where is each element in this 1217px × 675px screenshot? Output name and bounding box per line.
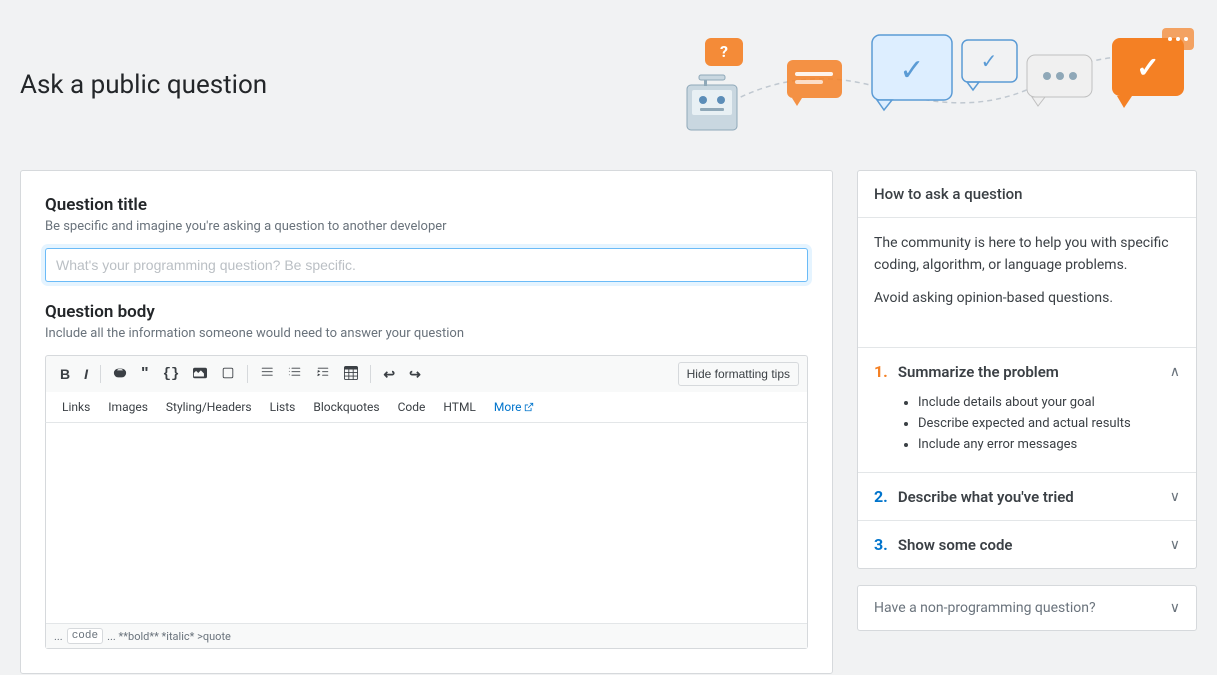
step-2-header[interactable]: 2. Describe what you've tried ∨ <box>858 473 1196 520</box>
editor-footer: ... code ... **bold** *italic* >quote <box>46 623 807 648</box>
question-body-subtitle: Include all the information someone woul… <box>45 326 808 341</box>
code-button[interactable]: {} <box>157 363 186 385</box>
editor-body[interactable]: ... code ... **bold** *italic* >quote <box>45 423 808 649</box>
step-3-chevron: ∨ <box>1170 537 1180 553</box>
how-to-box: How to ask a question The community is h… <box>857 170 1197 569</box>
non-programming-header[interactable]: Have a non-programming question? ∨ <box>858 586 1196 630</box>
left-panel: Question title Be specific and imagine y… <box>20 170 833 674</box>
tab-code[interactable]: Code <box>390 396 434 418</box>
editor-content[interactable] <box>46 423 807 623</box>
question-title-label: Question title <box>45 195 808 215</box>
main-content: Question title Be specific and imagine y… <box>20 170 1197 674</box>
tab-images[interactable]: Images <box>100 396 156 418</box>
step-1-bullet-1: Include details about your goal <box>918 395 1180 410</box>
tab-html[interactable]: HTML <box>435 396 484 418</box>
step-2-label: Describe what you've tried <box>898 488 1074 506</box>
tab-lists[interactable]: Lists <box>262 396 304 418</box>
editor-tabs: Links Images Styling/Headers Lists Block… <box>45 392 808 423</box>
footer-text: ... **bold** *italic* >quote <box>107 630 231 643</box>
external-link-icon <box>524 402 534 412</box>
unordered-list-button[interactable] <box>282 362 308 386</box>
step-3-label: Show some code <box>898 536 1013 554</box>
step-3-header[interactable]: 3. Show some code ∨ <box>858 521 1196 568</box>
step-1-chevron: ∧ <box>1170 364 1180 380</box>
table-button[interactable] <box>338 362 364 386</box>
toolbar-icons: B I " {} <box>54 362 427 386</box>
more-link[interactable]: More <box>486 396 542 418</box>
how-to-header: How to ask a question <box>858 171 1196 218</box>
step-3: 3. Show some code ∨ <box>858 520 1196 568</box>
non-programming-title: Have a non-programming question? <box>874 600 1096 616</box>
question-title-input[interactable] <box>45 248 808 282</box>
page-title: Ask a public question <box>20 70 267 100</box>
footer-code: code <box>67 628 103 644</box>
right-panel: How to ask a question The community is h… <box>857 170 1197 631</box>
non-programming-box: Have a non-programming question? ∨ <box>857 585 1197 631</box>
more-label: More <box>494 400 522 414</box>
step-2-left: 2. Describe what you've tried <box>874 487 1074 506</box>
step-3-number: 3. <box>874 535 888 554</box>
redo-button[interactable]: ↪ <box>403 363 427 385</box>
image-button[interactable] <box>187 362 213 386</box>
question-title-subtitle: Be specific and imagine you're asking a … <box>45 219 808 234</box>
step-1-bullet-2: Describe expected and actual results <box>918 416 1180 431</box>
question-body-label: Question body <box>45 302 808 322</box>
link-button[interactable] <box>107 362 133 386</box>
blockquote-button[interactable]: " <box>135 362 155 386</box>
illustration-svg: ? ✓ ✓ <box>617 20 1197 150</box>
tab-blockquotes[interactable]: Blockquotes <box>305 396 387 418</box>
svg-text:?: ? <box>720 42 728 61</box>
step-2-number: 2. <box>874 487 888 506</box>
question-body-section: Question body Include all the informatio… <box>45 302 808 649</box>
non-programming-chevron: ∨ <box>1170 600 1180 616</box>
how-to-body: The community is here to help you with s… <box>858 218 1196 333</box>
toolbar-sep-2 <box>247 365 248 383</box>
step-1-header[interactable]: 1. Summarize the problem ∧ <box>858 348 1196 395</box>
svg-text:✓: ✓ <box>1136 51 1159 84</box>
tab-links[interactable]: Links <box>54 396 98 418</box>
bold-button[interactable]: B <box>54 363 76 385</box>
svg-text:✓: ✓ <box>981 49 998 73</box>
hide-formatting-button[interactable]: Hide formatting tips <box>678 362 799 386</box>
step-1-left: 1. Summarize the problem <box>874 362 1059 381</box>
step-2-chevron: ∨ <box>1170 489 1180 505</box>
step-1-number: 1. <box>874 362 888 381</box>
step-1: 1. Summarize the problem ∧ Include detai… <box>858 347 1196 472</box>
step-1-body: Include details about your goal Describe… <box>858 395 1196 472</box>
toolbar-sep-1 <box>100 365 101 383</box>
editor-toolbar: B I " {} <box>45 355 808 392</box>
hero-illustration: ? ✓ ✓ <box>617 20 1197 150</box>
indent-button[interactable] <box>310 362 336 386</box>
how-to-p2: Avoid asking opinion-based questions. <box>874 287 1180 309</box>
footer-dots: ... <box>54 630 63 643</box>
how-to-steps: 1. Summarize the problem ∧ Include detai… <box>858 347 1196 568</box>
svg-text:✓: ✓ <box>899 53 924 88</box>
step-3-left: 3. Show some code <box>874 535 1013 554</box>
ordered-list-button[interactable] <box>254 362 280 386</box>
tab-styling[interactable]: Styling/Headers <box>158 396 260 418</box>
step-1-label: Summarize the problem <box>898 363 1059 381</box>
header-area: Ask a public question ? <box>20 20 1197 150</box>
snippet-button[interactable] <box>215 362 241 386</box>
undo-button[interactable]: ↩ <box>377 363 401 385</box>
step-2: 2. Describe what you've tried ∨ <box>858 472 1196 520</box>
how-to-p1: The community is here to help you with s… <box>874 232 1180 277</box>
step-1-bullet-3: Include any error messages <box>918 437 1180 452</box>
toolbar-sep-3 <box>370 365 371 383</box>
italic-button[interactable]: I <box>78 363 94 385</box>
